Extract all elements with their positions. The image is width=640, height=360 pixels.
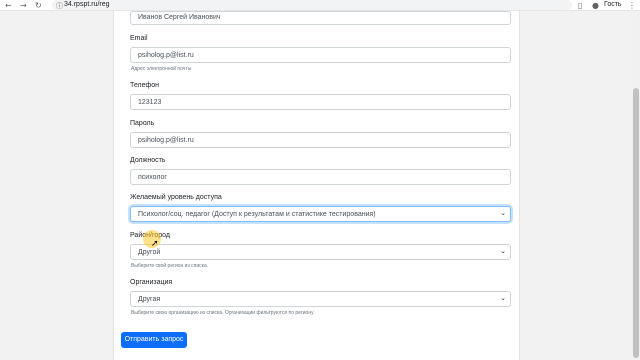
scrollbar-thumb[interactable] [633, 88, 639, 358]
district-select[interactable]: Другой ⌄ [130, 244, 511, 260]
profile-icon[interactable]: ● [592, 1, 599, 10]
email-label: Email [130, 35, 148, 42]
org-select-value: Другая [138, 296, 161, 303]
district-help: Выберите свой регион из списка. [131, 263, 209, 269]
menu-icon[interactable]: ⋮ [628, 1, 636, 10]
email-help: Адрес электронной почты [131, 66, 192, 72]
access-select-value: Психолог/соц. педагог (Доступ к результа… [138, 211, 376, 218]
submit-request-button[interactable]: Отправить запрос [121, 332, 187, 348]
access-label: Желаемый уровень доступа [130, 194, 222, 201]
reload-icon[interactable]: ↻ [35, 1, 42, 10]
district-select-value: Другой [138, 249, 161, 256]
chevron-down-icon: ⌄ [500, 294, 506, 302]
password-field[interactable]: psiholog.p@list.ru [130, 132, 511, 148]
password-label: Пароль [130, 120, 155, 127]
registration-card [113, 11, 520, 360]
forward-icon[interactable]: → [20, 1, 27, 10]
site-info-icon[interactable]: ⓘ [56, 1, 63, 11]
guest-label[interactable]: Гость [604, 1, 622, 8]
access-select[interactable]: Психолог/соц. педагог (Доступ к результа… [130, 206, 511, 222]
org-select[interactable]: Другая ⌄ [130, 291, 511, 307]
position-field[interactable]: психолог [130, 169, 511, 185]
back-icon[interactable]: ← [5, 1, 12, 10]
address-bar[interactable]: ⓘ 34.rpspt.ru/reg [52, 0, 572, 10]
chevron-down-icon: ⌄ [500, 247, 506, 255]
chevron-down-icon: ⌄ [500, 209, 506, 217]
phone-field[interactable]: 123123 [130, 94, 511, 110]
org-label: Организация [130, 279, 173, 286]
mouse-cursor-icon: ➚ [151, 239, 159, 249]
fio-field[interactable]: Иванов Сергей Иванович [130, 11, 511, 25]
address-url[interactable]: 34.rpspt.ru/reg [64, 1, 110, 8]
email-field[interactable]: psiholog.p@list.ru [130, 47, 511, 63]
position-label: Должность [130, 157, 166, 164]
org-help: Выберите свою организацию из списка. Орг… [131, 310, 314, 316]
sidebar-icon[interactable]: ▯ [578, 1, 582, 10]
browser-toolbar: ← → ↻ ⓘ 34.rpspt.ru/reg ▯ ● Гость ⋮ [0, 0, 640, 11]
page-scrollbar[interactable] [632, 11, 640, 360]
phone-label: Телефон [130, 82, 160, 89]
page-content [0, 11, 632, 360]
